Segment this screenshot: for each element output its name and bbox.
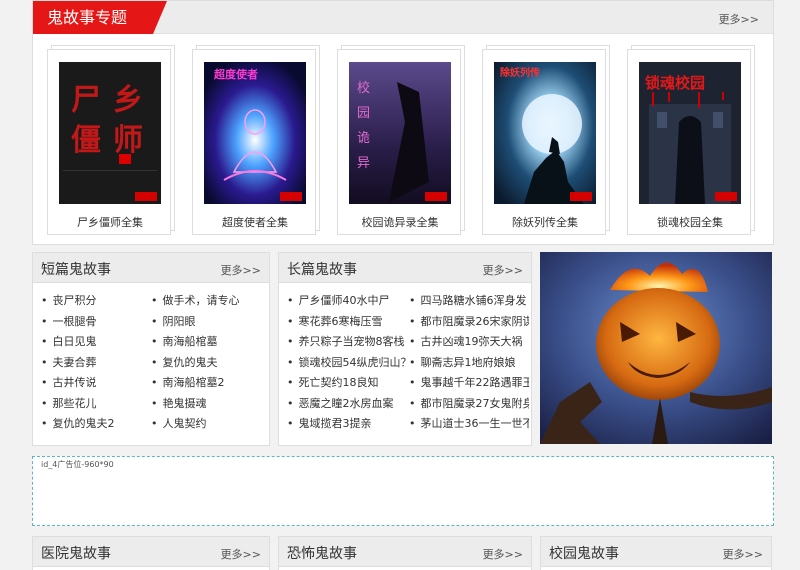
story-link[interactable]: 复仇的鬼夫2 — [41, 414, 151, 435]
book-caption[interactable]: 锁魂校园全集 — [628, 214, 752, 230]
special-header: 鬼故事专题 更多>> — [33, 1, 773, 34]
svg-text:园: 园 — [357, 106, 370, 121]
horror-stories-title: 恐怖鬼故事 — [287, 546, 357, 562]
book-cover[interactable]: 超度使者 — [204, 62, 306, 204]
campus-stories-title: 校园鬼故事 — [549, 546, 619, 562]
ad-placeholder: id_4广告位-960*90 — [32, 456, 774, 526]
story-link[interactable]: 鬼域揽君3提亲 — [287, 414, 409, 435]
story-link[interactable]: 做手术，请专心 — [151, 291, 267, 312]
halloween-pumpkin-image[interactable] — [540, 252, 772, 444]
book-caption[interactable]: 尸乡僵师全集 — [48, 214, 172, 230]
long-stories-more-link[interactable]: 更多>> — [483, 262, 523, 278]
story-link[interactable]: 南海船棺墓2 — [151, 373, 267, 394]
book-item[interactable]: 校 园 诡 异 校园诡异录全集 — [337, 45, 465, 235]
book-cover-art: 除妖列传 — [494, 62, 596, 204]
campus-stories-more-link[interactable]: 更多>> — [723, 546, 763, 562]
story-link[interactable]: 南海船棺墓 — [151, 332, 267, 353]
svg-text:异: 异 — [357, 156, 370, 171]
book-caption[interactable]: 超度使者全集 — [193, 214, 317, 230]
horror-stories-panel: 恐怖鬼故事 更多>> — [278, 536, 532, 570]
book-list: 尸 乡 僵 师 尸乡僵师全集 超度使者 超度使者全集 校 园 诡 异 校园诡异录… — [47, 45, 767, 235]
story-link[interactable]: 尸乡僵师40水中尸 — [287, 291, 409, 312]
hospital-stories-more-link[interactable]: 更多>> — [221, 546, 261, 562]
story-link[interactable]: 寒花葬6寒梅压雪 — [287, 312, 409, 333]
story-link[interactable]: 锁魂校园54纵虎归山？ — [287, 353, 410, 374]
book-cover[interactable]: 尸 乡 僵 师 — [59, 62, 161, 204]
story-link[interactable]: 都市阻魔录26宋家阴谋 — [409, 312, 530, 333]
story-link[interactable]: 茅山道士36一生一世不 — [409, 414, 530, 435]
book-caption[interactable]: 除妖列传全集 — [483, 214, 607, 230]
book-caption[interactable]: 校园诡异录全集 — [338, 214, 462, 230]
special-title: 鬼故事专题 — [33, 1, 167, 34]
story-link[interactable]: 养只粽子当宠物8客栈 — [287, 332, 409, 353]
book-item[interactable]: 除妖列传 除妖列传全集 — [482, 45, 610, 235]
svg-text:除妖列传: 除妖列传 — [500, 66, 540, 79]
book-cover-art: 尸 乡 僵 师 — [59, 62, 161, 204]
story-link[interactable]: 鬼事越千年22路遇罪王 — [409, 373, 530, 394]
short-stories-panel: 短篇鬼故事 更多>> 丧尸积分一根腿骨白日见鬼夫妻合葬古井传说那些花儿复仇的鬼夫… — [32, 252, 270, 446]
special-more-link[interactable]: 更多>> — [719, 11, 759, 27]
story-link[interactable]: 人鬼契约 — [151, 414, 267, 435]
hospital-stories-panel: 医院鬼故事 更多>> — [32, 536, 270, 570]
story-link[interactable]: 复仇的鬼夫 — [151, 353, 267, 374]
story-link[interactable]: 白日见鬼 — [41, 332, 151, 353]
book-item[interactable]: 尸 乡 僵 师 尸乡僵师全集 — [47, 45, 175, 235]
svg-text:尸: 尸 — [71, 83, 101, 118]
story-link[interactable]: 恶魔之瞳2水房血案 — [287, 394, 409, 415]
book-cover-art: 校 园 诡 异 — [349, 62, 451, 204]
svg-text:诡: 诡 — [357, 131, 370, 146]
story-link[interactable]: 都市阻魔录27女鬼附身 — [409, 394, 530, 415]
book-cover[interactable]: 除妖列传 — [494, 62, 596, 204]
book-cover[interactable]: 校 园 诡 异 — [349, 62, 451, 204]
story-link[interactable]: 古井凶魂19弥天大祸 — [409, 332, 529, 353]
short-stories-title: 短篇鬼故事 — [41, 262, 111, 278]
story-link[interactable]: 那些花儿 — [41, 394, 151, 415]
svg-text:乡: 乡 — [113, 83, 143, 118]
svg-text:僵: 僵 — [71, 123, 101, 158]
svg-text:师: 师 — [113, 123, 143, 158]
story-link[interactable]: 艳鬼摄魂 — [151, 394, 267, 415]
ad-label: id_4广告位-960*90 — [41, 460, 114, 469]
short-stories-list-right: 做手术，请专心阴阳眼南海船棺墓复仇的鬼夫南海船棺墓2艳鬼摄魂人鬼契约 — [151, 291, 267, 435]
story-link[interactable]: 一根腿骨 — [41, 312, 151, 333]
svg-text:锁魂校园: 锁魂校园 — [645, 74, 705, 92]
story-link[interactable]: 丧尸积分 — [41, 291, 151, 312]
book-item[interactable]: 锁魂校园 锁魂校园全集 — [627, 45, 755, 235]
horror-stories-more-link[interactable]: 更多>> — [483, 546, 523, 562]
svg-text:超度使者: 超度使者 — [213, 67, 258, 81]
book-item[interactable]: 超度使者 超度使者全集 — [192, 45, 320, 235]
short-stories-list-left: 丧尸积分一根腿骨白日见鬼夫妻合葬古井传说那些花儿复仇的鬼夫2 — [41, 291, 151, 435]
long-stories-list-right: 四马路糖水铺6浑身发都市阻魔录26宋家阴谋古井凶魂19弥天大祸聊斋志异1地府娘娘… — [409, 291, 530, 435]
svg-text:校: 校 — [357, 80, 370, 96]
book-cover-art: 锁魂校园 — [639, 62, 741, 204]
story-link[interactable]: 聊斋志异1地府娘娘 — [409, 353, 529, 374]
story-link[interactable]: 四马路糖水铺6浑身发 — [409, 291, 529, 312]
story-link[interactable]: 死亡契约18良知 — [287, 373, 409, 394]
campus-stories-panel: 校园鬼故事 更多>> — [540, 536, 772, 570]
long-stories-list-left: 尸乡僵师40水中尸寒花葬6寒梅压雪养只粽子当宠物8客栈锁魂校园54纵虎归山？死亡… — [287, 291, 410, 435]
book-cover[interactable]: 锁魂校园 — [639, 62, 741, 204]
book-cover-art: 超度使者 — [204, 62, 306, 204]
ghost-story-special-section: 鬼故事专题 更多>> 尸 乡 僵 师 尸乡僵师全集 超度使者 超度使者全集 校 … — [32, 0, 774, 245]
long-stories-panel: 长篇鬼故事 更多>> 尸乡僵师40水中尸寒花葬6寒梅压雪养只粽子当宠物8客栈锁魂… — [278, 252, 532, 446]
story-link[interactable]: 夫妻合葬 — [41, 353, 151, 374]
story-link[interactable]: 阴阳眼 — [151, 312, 267, 333]
short-stories-more-link[interactable]: 更多>> — [221, 262, 261, 278]
story-link[interactable]: 古井传说 — [41, 373, 151, 394]
hospital-stories-title: 医院鬼故事 — [41, 546, 111, 562]
long-stories-title: 长篇鬼故事 — [287, 262, 357, 278]
